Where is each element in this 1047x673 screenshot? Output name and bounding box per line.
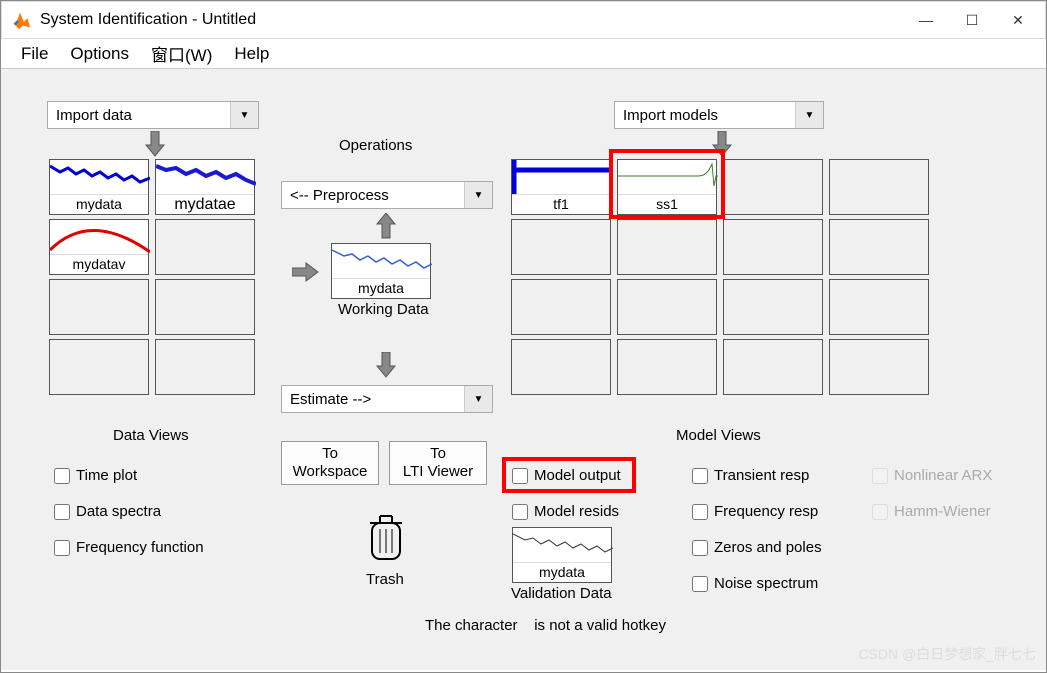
check-time-plot[interactable]: Time plot <box>54 467 137 484</box>
data-slot-empty[interactable] <box>155 279 255 335</box>
data-slot-mydatae[interactable]: mydatae <box>155 159 255 215</box>
slot-label: mydata <box>50 194 148 214</box>
trash-label: Trash <box>366 571 404 588</box>
slot-label: mydata <box>513 562 611 582</box>
model-slot-empty[interactable] <box>511 219 611 275</box>
chevron-down-icon: ▼ <box>464 386 492 412</box>
slot-label: tf1 <box>512 194 610 214</box>
arrow-right-icon <box>292 261 320 283</box>
import-models-label: Import models <box>623 107 718 124</box>
model-graph <box>618 160 718 196</box>
arrow-down-icon <box>711 131 733 157</box>
watermark: CSDN @白日梦想家_胖七七 <box>858 644 1036 664</box>
data-slot-empty[interactable] <box>155 339 255 395</box>
data-slot-empty[interactable] <box>49 339 149 395</box>
check-data-spectra[interactable]: Data spectra <box>54 503 161 520</box>
arrow-down-icon <box>375 352 397 378</box>
data-graph <box>50 220 150 256</box>
model-slot-tf1[interactable]: tf1 <box>511 159 611 215</box>
chevron-down-icon: ▼ <box>795 102 823 128</box>
model-graph <box>512 160 612 196</box>
model-slot-empty[interactable] <box>829 339 929 395</box>
model-slot-ss1[interactable]: ss1 <box>617 159 717 215</box>
arrow-up-icon <box>375 213 397 239</box>
content-area: Import data ▼ Import models ▼ Operations… <box>1 69 1046 670</box>
preprocess-dropdown[interactable]: <-- Preprocess ▼ <box>281 181 493 209</box>
check-frequency-resp[interactable]: Frequency resp <box>692 503 818 520</box>
data-graph <box>156 160 256 196</box>
check-model-output[interactable]: Model output <box>512 467 621 484</box>
import-data-dropdown[interactable]: Import data ▼ <box>47 101 259 129</box>
minimize-button[interactable]: — <box>903 5 949 35</box>
validation-data-caption: Validation Data <box>511 585 612 602</box>
app-window: System Identification - Untitled — ☐ ✕ F… <box>0 0 1047 673</box>
data-slot-empty[interactable] <box>49 279 149 335</box>
model-slot-empty[interactable] <box>723 219 823 275</box>
close-button[interactable]: ✕ <box>995 5 1041 35</box>
to-lti-viewer-button[interactable]: To LTI Viewer <box>389 441 487 485</box>
import-models-dropdown[interactable]: Import models ▼ <box>614 101 824 129</box>
model-slot-empty[interactable] <box>617 279 717 335</box>
matlab-icon <box>10 9 32 31</box>
menu-options[interactable]: Options <box>60 40 139 68</box>
data-slot-mydata[interactable]: mydata <box>49 159 149 215</box>
model-slot-empty[interactable] <box>617 339 717 395</box>
operations-label: Operations <box>339 137 412 154</box>
model-slot-empty[interactable] <box>511 279 611 335</box>
check-nonlinear-arx: Nonlinear ARX <box>872 467 992 484</box>
model-slot-empty[interactable] <box>723 279 823 335</box>
maximize-button[interactable]: ☐ <box>949 5 995 35</box>
model-slot-empty[interactable] <box>829 159 929 215</box>
working-data-caption: Working Data <box>338 301 429 318</box>
menu-file[interactable]: File <box>11 40 58 68</box>
data-slot-empty[interactable] <box>155 219 255 275</box>
titlebar: System Identification - Untitled — ☐ ✕ <box>1 1 1046 39</box>
menu-help[interactable]: Help <box>224 40 279 68</box>
data-views-label: Data Views <box>113 427 189 444</box>
check-noise-spectrum[interactable]: Noise spectrum <box>692 575 818 592</box>
estimate-label: Estimate --> <box>290 391 371 408</box>
menu-window[interactable]: 窗口(W) <box>141 37 222 70</box>
model-views-label: Model Views <box>676 427 761 444</box>
data-graph <box>332 244 432 280</box>
data-graph <box>50 160 150 196</box>
slot-label: mydatae <box>156 194 254 214</box>
chevron-down-icon: ▼ <box>464 182 492 208</box>
check-model-resids[interactable]: Model resids <box>512 503 619 520</box>
model-slot-empty[interactable] <box>511 339 611 395</box>
data-slot-mydatav[interactable]: mydatav <box>49 219 149 275</box>
model-slot-empty[interactable] <box>723 339 823 395</box>
menubar: File Options 窗口(W) Help <box>1 39 1046 69</box>
to-workspace-button[interactable]: To Workspace <box>281 441 379 485</box>
check-zeros-poles[interactable]: Zeros and poles <box>692 539 822 556</box>
window-title: System Identification - Untitled <box>40 11 903 29</box>
model-slot-empty[interactable] <box>723 159 823 215</box>
validation-data-slot[interactable]: mydata <box>512 527 612 583</box>
model-slot-empty[interactable] <box>829 279 929 335</box>
preprocess-label: <-- Preprocess <box>290 187 389 204</box>
check-frequency-function[interactable]: Frequency function <box>54 539 204 556</box>
chevron-down-icon: ▼ <box>230 102 258 128</box>
arrow-down-icon <box>144 131 166 157</box>
model-slot-empty[interactable] <box>829 219 929 275</box>
check-hamm-wiener: Hamm-Wiener <box>872 503 991 520</box>
slot-label: ss1 <box>618 194 716 214</box>
slot-label: mydatav <box>50 254 148 274</box>
import-data-label: Import data <box>56 107 132 124</box>
working-data-slot[interactable]: mydata <box>331 243 431 299</box>
trash-icon[interactable] <box>366 513 406 567</box>
data-graph <box>513 528 613 564</box>
estimate-dropdown[interactable]: Estimate --> ▼ <box>281 385 493 413</box>
model-slot-empty[interactable] <box>617 219 717 275</box>
slot-label: mydata <box>332 278 430 298</box>
status-message: The character is not a valid hotkey <box>425 617 666 634</box>
check-transient-resp[interactable]: Transient resp <box>692 467 809 484</box>
